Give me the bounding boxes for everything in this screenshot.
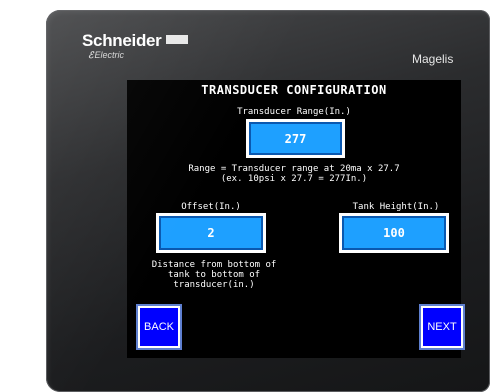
range-note-line-2: (ex. 10psi x 27.7 = 277In.) [220, 174, 368, 184]
offset-label: Offset(In.) [181, 202, 241, 212]
model-label: Magelis [412, 52, 454, 66]
back-button[interactable]: BACK [138, 306, 180, 348]
logo-e-icon: ℰ [88, 50, 94, 60]
next-button[interactable]: NEXT [421, 306, 463, 348]
transducer-range-label: Transducer Range(In.) [237, 107, 351, 117]
logo-subtitle: ℰElectric [88, 51, 188, 60]
offset-note: Distance from bottom of tank to bottom o… [151, 260, 277, 290]
logo-brand-text: Schneider [82, 31, 162, 50]
hmi-screen: TRANSDUCER CONFIGURATION Transducer Rang… [127, 80, 463, 358]
hmi-device-bezel: Schneider ℰElectric Magelis TRANSDUCER C… [46, 10, 490, 392]
schneider-logo: Schneider ℰElectric [82, 32, 188, 60]
logo-subtitle-text: Electric [94, 50, 124, 60]
range-note-line-1: Range = Transducer range at 20ma x 27.7 [188, 164, 400, 174]
transducer-range-field[interactable]: 277 [246, 119, 345, 158]
logo-mark-icon [165, 35, 188, 44]
page-title: TRANSDUCER CONFIGURATION [201, 83, 387, 97]
offset-field[interactable]: 2 [156, 213, 266, 253]
tank-height-label: Tank Height(In.) [352, 202, 440, 212]
tank-height-field[interactable]: 100 [339, 213, 449, 253]
